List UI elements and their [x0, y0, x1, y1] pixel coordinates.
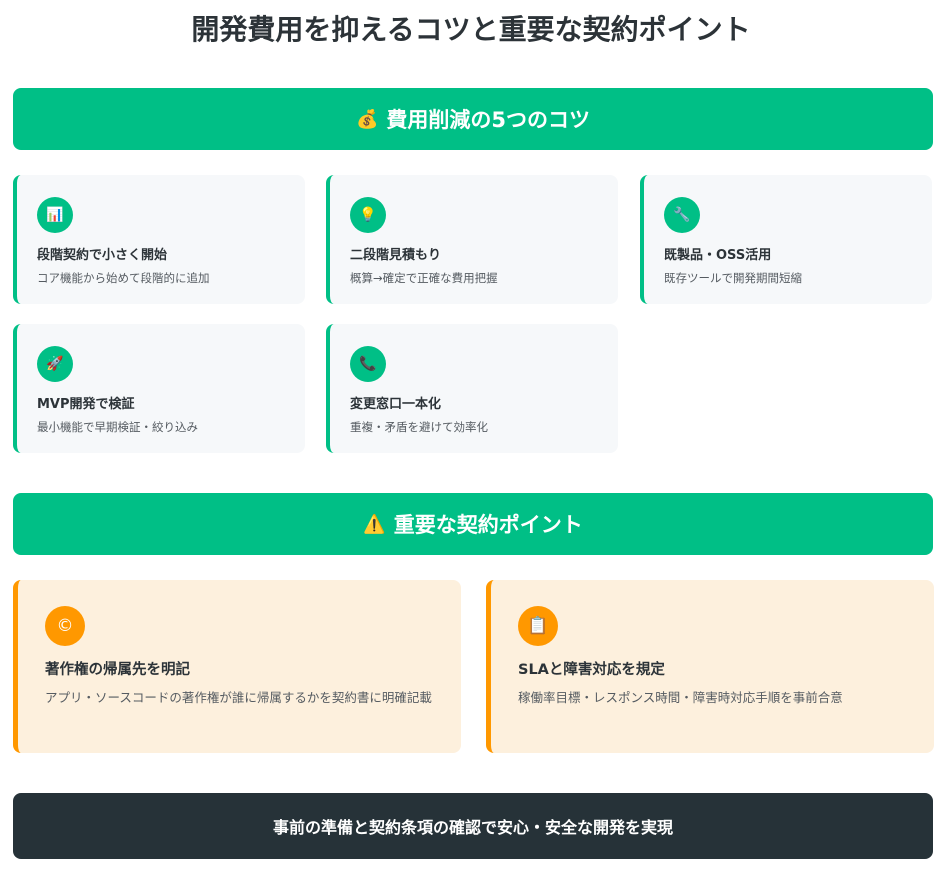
contract-card-copyright: © 著作権の帰属先を明記 アプリ・ソースコードの著作権が誰に帰属するかを契約書に… [13, 580, 461, 753]
contract-section-banner: ⚠️ 重要な契約ポイント [13, 493, 933, 555]
contract-title: 著作権の帰属先を明記 [45, 662, 190, 678]
lightbulb-icon: 💡 [350, 197, 386, 233]
tip-title: MVP開発で検証 [37, 397, 135, 412]
tip-description: 最小機能で早期検証・絞り込み [37, 420, 198, 434]
tip-card-single-contact: 📞 変更窓口一本化 重複・矛盾を避けて効率化 [326, 324, 618, 453]
clipboard-icon: 📋 [518, 606, 558, 646]
tip-card-staged-contract: 📊 段階契約で小さく開始 コア機能から始めて段階的に追加 [13, 175, 305, 304]
contract-section-heading: 重要な契約ポイント [393, 513, 583, 537]
footer-text: 事前の準備と契約条項の確認で安心・安全な開発を実現 [272, 818, 673, 837]
tips-section-banner: 💰 費用削減の5つのコツ [13, 88, 933, 150]
tip-card-two-stage-estimate: 💡 二段階見積もり 概算→確定で正確な費用把握 [326, 175, 618, 304]
tips-section-heading: 費用削減の5つのコツ [386, 108, 591, 132]
contract-description: 稼働率目標・レスポンス時間・障害時対応手順を事前合意 [518, 690, 843, 705]
contract-card-sla: 📋 SLAと障害対応を規定 稼働率目標・レスポンス時間・障害時対応手順を事前合意 [486, 580, 934, 753]
tip-title: 既製品・OSS活用 [664, 248, 772, 263]
tip-card-mvp: 🚀 MVP開発で検証 最小機能で早期検証・絞り込み [13, 324, 305, 453]
page-title: 開発費用を抑えるコツと重要な契約ポイント [191, 13, 751, 46]
tip-description: 既存ツールで開発期間短縮 [664, 271, 802, 285]
tip-title: 二段階見積もり [350, 248, 442, 263]
copyright-icon: © [45, 606, 85, 646]
chart-icon: 📊 [37, 197, 73, 233]
tip-description: 重複・矛盾を避けて効率化 [350, 420, 488, 434]
phone-icon: 📞 [350, 346, 386, 382]
money-bag-icon: 💰 [355, 108, 379, 130]
wrench-icon: 🔧 [664, 197, 700, 233]
warning-icon: ⚠️ [363, 513, 386, 535]
tip-card-oss: 🔧 既製品・OSS活用 既存ツールで開発期間短縮 [640, 175, 932, 304]
rocket-icon: 🚀 [37, 346, 73, 382]
tip-description: 概算→確定で正確な費用把握 [350, 271, 498, 285]
tip-title: 変更窓口一本化 [350, 397, 442, 412]
footer-banner: 事前の準備と契約条項の確認で安心・安全な開発を実現 [13, 793, 933, 859]
contract-title: SLAと障害対応を規定 [518, 662, 665, 678]
tip-title: 段階契約で小さく開始 [37, 248, 168, 263]
tip-description: コア機能から始めて段階的に追加 [37, 271, 210, 285]
contract-description: アプリ・ソースコードの著作権が誰に帰属するかを契約書に明確記載 [45, 690, 432, 705]
